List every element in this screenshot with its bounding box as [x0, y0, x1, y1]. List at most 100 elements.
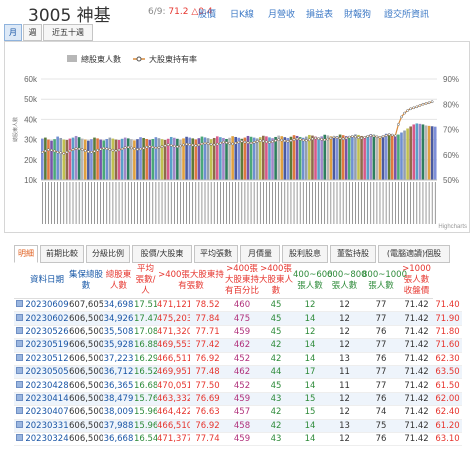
table-cell: 63.10	[433, 432, 462, 447]
row-select-icon[interactable]	[16, 380, 23, 388]
point-major-holder-ratio	[412, 106, 416, 110]
row-checkbox[interactable]	[14, 365, 25, 380]
point-major-holder-ratio	[430, 100, 434, 104]
tab-level-ratio[interactable]: 分級比例	[86, 245, 130, 263]
table-body: 20230609 607,605 34,698 17.51 471,121 78.52 46…	[14, 298, 462, 447]
table-cell: 71.42	[400, 311, 434, 326]
bar-total-holders	[271, 138, 274, 180]
table-cell: 20230519	[25, 338, 69, 353]
row-checkbox[interactable]	[14, 352, 25, 366]
point-major-holder-ratio	[311, 137, 314, 141]
point-major-holder-ratio	[185, 142, 188, 146]
row-select-icon[interactable]	[16, 420, 23, 428]
table-cell: 15.96	[134, 419, 157, 433]
col-big-pct[interactable]: >400張大股東持有百分比	[225, 263, 259, 299]
tab-period-compare[interactable]: 前期比較	[40, 245, 84, 263]
table-cell: 76	[362, 392, 401, 407]
bar-total-holders	[268, 137, 271, 180]
bar-total-holders	[427, 125, 431, 180]
row-checkbox[interactable]	[14, 311, 25, 326]
col-800-1000[interactable]: 800~1000張人數	[362, 263, 407, 299]
tab-month[interactable]: 月	[4, 24, 22, 41]
col-total-holders[interactable]: 總股東人數	[103, 263, 134, 299]
table-cell: 37,223	[103, 352, 134, 366]
point-major-holder-ratio	[338, 136, 342, 140]
y-left-axis-title: 總股東人數	[12, 117, 19, 142]
point-major-holder-ratio	[277, 138, 281, 141]
tab-fifty-weeks[interactable]: 近五十週	[43, 24, 93, 41]
table-cell: 20230331	[25, 419, 69, 433]
nav-link-statementdog[interactable]: 財報狗	[344, 7, 371, 20]
row-checkbox[interactable]	[14, 432, 25, 447]
table-cell: 606,500	[69, 419, 103, 433]
row-checkbox[interactable]	[14, 298, 25, 313]
row-select-icon[interactable]	[16, 300, 23, 308]
point-major-holder-ratio	[384, 134, 388, 137]
row-select-icon[interactable]	[16, 367, 23, 375]
bar-total-holders	[68, 138, 72, 180]
table-cell: 77	[362, 298, 401, 313]
nav-link-income[interactable]: 損益表	[306, 7, 333, 20]
bar-total-holders	[136, 139, 139, 180]
bar-total-holders	[351, 135, 354, 180]
table-cell: 457	[225, 405, 260, 420]
row-select-icon[interactable]	[16, 340, 23, 348]
table-cell: 606,500	[69, 378, 103, 393]
point-major-holder-ratio	[160, 145, 164, 149]
nav-link-kline[interactable]: 日K線	[230, 7, 254, 20]
table-cell: 36,668	[103, 432, 134, 447]
stock-title: 3005 神基	[28, 6, 111, 26]
col-400-600[interactable]: 400~600張人數	[293, 263, 333, 299]
col-avg-lots[interactable]: 平均張數/人	[134, 263, 157, 299]
tab-avg-lots[interactable]: 平均張數	[194, 245, 238, 263]
row-checkbox[interactable]	[14, 392, 25, 407]
row-checkbox[interactable]	[14, 419, 25, 433]
row-select-icon[interactable]	[16, 393, 23, 401]
table-cell: 12	[293, 325, 328, 340]
tab-director-holdings[interactable]: 董監持股	[330, 245, 376, 263]
tab-week[interactable]: 週	[23, 24, 42, 41]
col-big-count[interactable]: >400張大股東人數	[259, 263, 293, 299]
col-600-800[interactable]: 600~800張人數	[327, 263, 367, 299]
row-checkbox[interactable]	[14, 338, 25, 353]
row-checkbox[interactable]	[14, 405, 25, 420]
col-big-lots[interactable]: >400張大股東持有張數	[157, 263, 226, 299]
row-checkbox[interactable]	[14, 378, 25, 393]
table-cell: 35,508	[103, 325, 134, 340]
col-total-shares[interactable]: 集保總股數	[69, 263, 103, 299]
bar-total-holders	[120, 138, 124, 180]
table-cell: 77.42	[190, 338, 226, 353]
tab-dividend[interactable]: 股利股息	[282, 245, 328, 263]
bar-total-holders	[142, 137, 145, 180]
bar-total-holders	[111, 138, 115, 180]
tab-monthly-volume[interactable]: 月價量	[240, 245, 280, 263]
table-cell: 20230407	[25, 405, 69, 420]
point-major-holder-ratio	[182, 143, 185, 147]
table-cell: 17.51	[134, 298, 157, 313]
row-checkbox[interactable]	[14, 325, 25, 340]
col-over-1000-and-close[interactable]: >1000張人數 收盤價	[400, 263, 434, 299]
point-major-holder-ratio	[418, 104, 422, 107]
table-cell: 45	[259, 378, 294, 393]
nav-link-price[interactable]: 股價	[198, 7, 216, 20]
nav-link-twse[interactable]: 證交所資訊	[384, 7, 429, 20]
table-cell: 14	[293, 378, 328, 393]
tab-machine-readable[interactable]: (電腦適讀)個股	[378, 245, 450, 263]
point-major-holder-ratio	[298, 138, 302, 141]
row-select-icon[interactable]	[16, 326, 23, 334]
table-cell: 459	[225, 392, 260, 407]
table-cell: 14	[293, 432, 328, 447]
col-date[interactable]: 資料日期	[25, 263, 69, 299]
table-cell: 607,605	[69, 298, 103, 313]
tab-detail[interactable]: 明細	[14, 245, 38, 263]
table-cell: 78.52	[190, 298, 226, 313]
row-select-icon[interactable]	[16, 353, 23, 361]
table-cell: 470,051	[157, 378, 190, 393]
row-select-icon[interactable]	[16, 434, 23, 442]
bar-total-holders	[139, 137, 142, 180]
tab-price-holders[interactable]: 股價/大股東	[132, 245, 192, 263]
row-select-icon[interactable]	[16, 407, 23, 415]
point-major-holder-ratio	[295, 137, 299, 141]
nav-link-revenue[interactable]: 月營收	[268, 7, 295, 20]
row-select-icon[interactable]	[16, 313, 23, 321]
